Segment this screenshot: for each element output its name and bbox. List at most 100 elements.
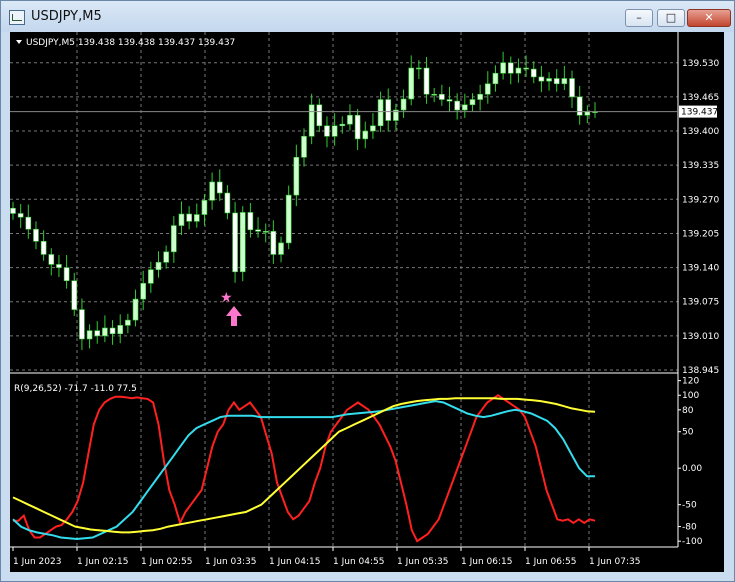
candle-body xyxy=(216,181,223,194)
indicator-grid xyxy=(76,375,590,547)
title-bar[interactable]: USDJPY,M5 – □ ✕ xyxy=(1,1,734,32)
indicator-line-3 xyxy=(12,397,596,534)
candle-body xyxy=(278,242,284,255)
indicator-axis-label: -50 xyxy=(682,501,697,511)
candle-body xyxy=(25,216,32,230)
candle-body xyxy=(33,228,39,242)
candle-body xyxy=(385,99,392,121)
candle-body xyxy=(86,330,93,340)
candle-body xyxy=(370,125,376,132)
candle-body xyxy=(155,262,162,270)
candle-body xyxy=(232,212,238,273)
indicator-axis-label: 100 xyxy=(682,391,699,401)
candle-body xyxy=(462,104,468,111)
candle-body xyxy=(507,62,514,74)
minimize-icon: – xyxy=(636,11,642,24)
indicator-axis-label: 80 xyxy=(682,406,694,416)
candle-body xyxy=(285,194,292,244)
time-label: 1 Jun 06:15 xyxy=(461,557,512,567)
candle-body xyxy=(492,72,499,85)
candle-body xyxy=(439,93,445,100)
price-label: 139.335 xyxy=(682,161,719,171)
chart-window-icon xyxy=(9,10,25,25)
candle-body xyxy=(224,192,231,214)
maximize-button[interactable]: □ xyxy=(657,9,685,27)
indicator-axis: 120 100 80 50 0.00 -50 -80 -100 xyxy=(678,377,703,547)
price-chart[interactable]: 139.530 139.465 139.400 139.335 139.270 139.2… xyxy=(10,32,724,572)
candle-body xyxy=(553,78,560,85)
candle-body xyxy=(209,181,215,201)
candle-body xyxy=(40,241,47,255)
price-label: 139.400 xyxy=(682,127,719,137)
candle-body xyxy=(17,213,24,218)
minimize-button[interactable]: – xyxy=(625,9,653,27)
candle-body xyxy=(454,100,460,111)
candle-body xyxy=(584,111,591,116)
candle-body xyxy=(94,330,101,337)
candle-body xyxy=(178,213,185,226)
time-label: 1 Jun 03:35 xyxy=(205,557,256,567)
candle-body xyxy=(339,123,346,127)
candle-body xyxy=(163,251,169,263)
time-label: 1 Jun 04:15 xyxy=(269,557,320,567)
candle-body xyxy=(255,229,261,232)
indicator-line-2 xyxy=(12,400,595,541)
up-arrow-icon xyxy=(226,306,242,326)
maximize-icon: □ xyxy=(665,11,677,24)
candle-body xyxy=(125,319,131,326)
star-marker-icon: ★ xyxy=(220,290,233,306)
candle-body xyxy=(561,78,568,85)
candle-body xyxy=(538,76,545,82)
time-label: 1 Jun 06:55 xyxy=(525,557,576,567)
price-label: 139.270 xyxy=(682,195,719,205)
candle-body xyxy=(48,254,55,265)
candle-body xyxy=(316,104,323,127)
time-label: 1 Jun 2023 xyxy=(13,557,61,567)
candle-body xyxy=(102,327,108,337)
candle-body xyxy=(500,62,506,74)
indicator-axis-label: 0.00 xyxy=(682,464,702,474)
candle-body xyxy=(247,212,254,231)
price-label: 139.010 xyxy=(682,332,719,342)
candle-body xyxy=(301,135,307,158)
candle-body xyxy=(56,264,62,268)
candle-body xyxy=(71,280,78,310)
price-label: 139.205 xyxy=(682,229,719,239)
indicator-axis-label: 120 xyxy=(682,377,699,387)
time-label: 1 Jun 05:35 xyxy=(397,557,448,567)
candle-body xyxy=(354,114,361,140)
candle-body xyxy=(423,67,430,95)
candle-body xyxy=(362,130,369,140)
candle-body xyxy=(140,283,146,300)
candle-body xyxy=(469,99,476,106)
chart-window: USDJPY,M5 – □ ✕ 139.530 139.465 139.400 139… xyxy=(0,0,735,582)
window-title: USDJPY,M5 xyxy=(31,9,102,24)
candle-body xyxy=(530,68,537,78)
candle-body xyxy=(431,93,437,96)
price-label: 139.075 xyxy=(682,298,719,308)
price-label: 138.945 xyxy=(682,366,719,376)
candle-body xyxy=(576,96,583,116)
chart-area[interactable]: 139.530 139.465 139.400 139.335 139.270 139.2… xyxy=(10,32,724,572)
candle-body xyxy=(293,156,300,196)
candle-body xyxy=(523,67,529,70)
candle-body xyxy=(347,114,353,125)
candle-body xyxy=(239,212,246,273)
dropdown-triangle-icon[interactable] xyxy=(16,40,22,44)
time-label: 1 Jun 02:15 xyxy=(77,557,128,567)
indicator-axis-label: 50 xyxy=(682,428,694,438)
candle-body xyxy=(201,200,208,215)
candle-body xyxy=(186,213,192,222)
chart-header: USDJPY,M5 139.438 139.438 139.437 139.43… xyxy=(26,38,235,48)
price-label: 139.530 xyxy=(682,59,719,69)
candle-body xyxy=(408,67,415,100)
candle-body xyxy=(193,214,200,222)
candle-body xyxy=(109,327,116,335)
time-axis: 1 Jun 2023 1 Jun 02:15 1 Jun 02:55 1 Jun 03… xyxy=(12,547,640,567)
indicator-label: R(9,26,52) -71.7 -11.0 77.5 xyxy=(14,384,137,394)
candle-body xyxy=(10,207,16,214)
time-label: 1 Jun 07:35 xyxy=(589,557,640,567)
close-button[interactable]: ✕ xyxy=(687,9,731,27)
candle-body xyxy=(377,99,384,127)
price-label: 139.465 xyxy=(682,93,719,103)
